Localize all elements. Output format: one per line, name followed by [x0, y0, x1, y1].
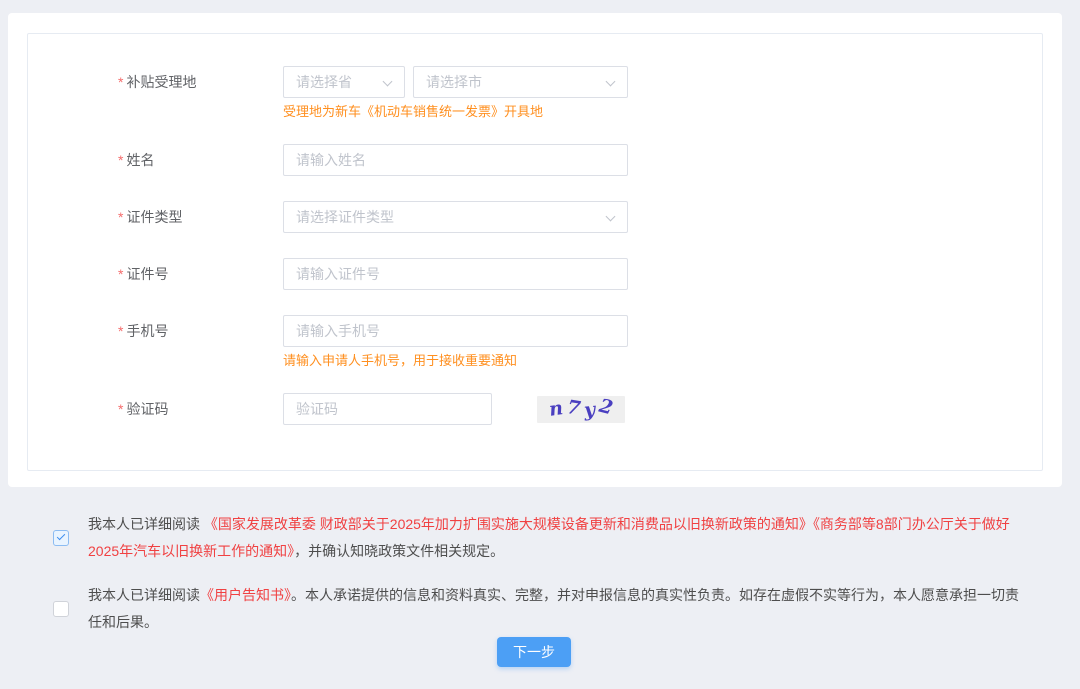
user-notice-link[interactable]: 《用户告知书》 — [200, 587, 291, 603]
required-asterisk: * — [118, 266, 123, 282]
policy-notice-link-1[interactable]: 《国家发展改革委 财政部关于2025年加力扩围实施大规模设备更新和消费品以旧换新… — [204, 516, 813, 532]
required-asterisk: * — [118, 152, 123, 168]
subsidy-application-form: *补贴受理地 请选择省 请选择市 受理地为新车《机动车销售统一发票》开具地 — [28, 34, 1042, 425]
chevron-down-icon — [383, 77, 393, 87]
required-asterisk: * — [118, 74, 123, 90]
agreement-prefix: 我本人已详细阅读 — [88, 587, 200, 603]
subsidy-location-hint: 受理地为新车《机动车销售统一发票》开具地 — [283, 104, 703, 119]
agreement-prefix: 我本人已详细阅读 — [88, 516, 204, 532]
label-text: 证件类型 — [126, 209, 182, 225]
label-text: 手机号 — [126, 323, 168, 339]
id-number-input[interactable] — [283, 258, 628, 290]
id-type-label: *证件类型 — [118, 201, 283, 233]
phone-hint: 请输入申请人手机号，用于接收重要通知 — [283, 353, 703, 368]
city-select[interactable]: 请选择市 — [413, 66, 628, 98]
form-section: *补贴受理地 请选择省 请选择市 受理地为新车《机动车销售统一发票》开具地 — [27, 33, 1043, 471]
id-type-select-placeholder: 请选择证件类型 — [296, 207, 394, 227]
captcha-image[interactable]: n7y2 — [537, 396, 625, 423]
policy-agreement-row: 我本人已详细阅读 《国家发展改革委 财政部关于2025年加力扩围实施大规模设备更… — [53, 511, 1040, 565]
label-text: 姓名 — [126, 152, 154, 168]
phone-field: 请输入申请人手机号，用于接收重要通知 — [283, 315, 703, 368]
next-step-button[interactable]: 下一步 — [497, 637, 571, 667]
id-type-field: 请选择证件类型 — [283, 201, 703, 233]
label-text: 补贴受理地 — [126, 74, 196, 90]
captcha-field: n7y2 — [283, 393, 703, 425]
form-row-id-type: *证件类型 请选择证件类型 — [118, 201, 1042, 233]
province-select[interactable]: 请选择省 — [283, 66, 405, 98]
id-number-field — [283, 258, 703, 290]
province-select-placeholder: 请选择省 — [296, 72, 352, 92]
captcha-input[interactable] — [283, 393, 492, 425]
form-row-id-number: *证件号 — [118, 258, 1042, 290]
phone-label: *手机号 — [118, 315, 283, 368]
required-asterisk: * — [118, 323, 123, 339]
city-select-placeholder: 请选择市 — [426, 72, 482, 92]
label-text: 验证码 — [126, 401, 168, 417]
chevron-down-icon — [606, 212, 616, 222]
name-field — [283, 144, 703, 176]
captcha-text: n7y2 — [547, 399, 614, 419]
form-row-name: *姓名 — [118, 144, 1042, 176]
form-card: *补贴受理地 请选择省 请选择市 受理地为新车《机动车销售统一发票》开具地 — [8, 13, 1062, 487]
required-asterisk: * — [118, 401, 123, 417]
policy-agreement-checkbox[interactable] — [53, 530, 69, 546]
user-notice-checkbox[interactable] — [53, 601, 69, 617]
agreements-section: 我本人已详细阅读 《国家发展改革委 财政部关于2025年加力扩围实施大规模设备更… — [0, 487, 1080, 636]
checkmark-icon — [57, 532, 65, 540]
id-number-label: *证件号 — [118, 258, 283, 290]
form-row-captcha: *验证码 n7y2 — [118, 393, 1042, 425]
subsidy-location-fields: 请选择省 请选择市 受理地为新车《机动车销售统一发票》开具地 — [283, 66, 703, 119]
form-row-phone: *手机号 请输入申请人手机号，用于接收重要通知 — [118, 315, 1042, 368]
id-type-select[interactable]: 请选择证件类型 — [283, 201, 628, 233]
name-input[interactable] — [283, 144, 628, 176]
user-notice-agreement-row: 我本人已详细阅读《用户告知书》。本人承诺提供的信息和资料真实、完整，并对申报信息… — [53, 582, 1040, 636]
agreement-suffix: ，并确认知晓政策文件相关规定。 — [294, 543, 504, 559]
label-text: 证件号 — [126, 266, 168, 282]
name-label: *姓名 — [118, 144, 283, 176]
chevron-down-icon — [606, 77, 616, 87]
form-row-subsidy-location: *补贴受理地 请选择省 请选择市 受理地为新车《机动车销售统一发票》开具地 — [118, 66, 1042, 119]
user-notice-agreement-text: 我本人已详细阅读《用户告知书》。本人承诺提供的信息和资料真实、完整，并对申报信息… — [88, 582, 1028, 636]
subsidy-location-label: *补贴受理地 — [118, 66, 283, 119]
required-asterisk: * — [118, 209, 123, 225]
captcha-label: *验证码 — [118, 393, 283, 425]
policy-agreement-text: 我本人已详细阅读 《国家发展改革委 财政部关于2025年加力扩围实施大规模设备更… — [88, 511, 1028, 565]
phone-input[interactable] — [283, 315, 628, 347]
